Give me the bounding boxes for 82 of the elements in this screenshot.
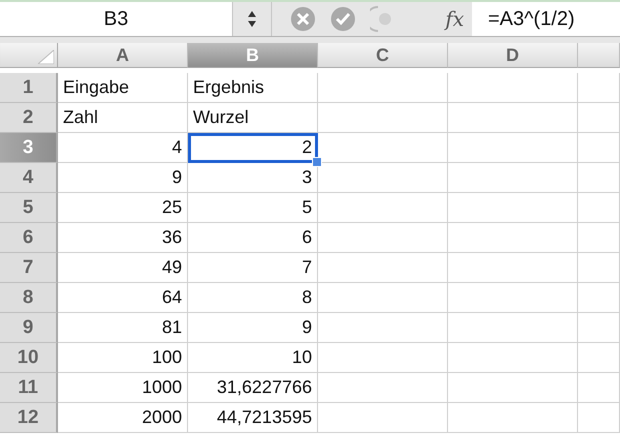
row-header[interactable]: 11 (0, 373, 58, 403)
table-cell[interactable] (578, 373, 620, 403)
table-cell[interactable] (578, 403, 620, 433)
row-header[interactable]: 2 (0, 103, 58, 133)
table-cell[interactable]: 31,6227766 (188, 373, 318, 403)
table-cell[interactable] (318, 103, 448, 133)
table-cell[interactable]: 8 (188, 283, 318, 313)
row-header[interactable]: 5 (0, 193, 58, 223)
row-header[interactable]: 9 (0, 313, 58, 343)
table-cell[interactable] (448, 73, 578, 103)
table-cell[interactable]: 44,7213595 (188, 403, 318, 433)
table-cell[interactable] (448, 343, 578, 373)
table-cell[interactable]: 49 (58, 253, 188, 283)
table-cell[interactable] (448, 103, 578, 133)
table-cell[interactable] (318, 343, 448, 373)
table-cell[interactable]: 2 (188, 133, 318, 163)
table-cell[interactable]: 1000 (58, 373, 188, 403)
table-cell[interactable] (448, 313, 578, 343)
table-cell[interactable] (318, 313, 448, 343)
table-cell[interactable] (578, 193, 620, 223)
confirm-icon[interactable] (330, 6, 356, 32)
table-cell[interactable] (318, 193, 448, 223)
row-header[interactable]: 6 (0, 223, 58, 253)
table-cell[interactable] (448, 133, 578, 163)
name-box[interactable]: B3 (0, 2, 233, 36)
table-cell[interactable]: Zahl (58, 103, 188, 133)
column-header[interactable]: D (448, 43, 578, 68)
row-header[interactable]: 1 (0, 73, 58, 103)
table-cell[interactable] (578, 133, 620, 163)
table-cell[interactable]: 5 (188, 193, 318, 223)
row-header[interactable]: 7 (0, 253, 58, 283)
table-cell[interactable] (578, 343, 620, 373)
row-header[interactable]: 12 (0, 403, 58, 433)
table-cell[interactable]: 81 (58, 313, 188, 343)
table-cell[interactable] (318, 163, 448, 193)
column-header[interactable]: A (58, 43, 188, 68)
column-header[interactable]: C (318, 43, 448, 68)
table-cell[interactable] (448, 163, 578, 193)
fill-handle[interactable] (312, 157, 322, 167)
table-cell[interactable] (578, 223, 620, 253)
table-cell[interactable] (318, 403, 448, 433)
table-cell[interactable] (448, 193, 578, 223)
table-cell[interactable] (318, 283, 448, 313)
table-cell[interactable]: 3 (188, 163, 318, 193)
table-cell[interactable] (318, 223, 448, 253)
table-cell[interactable]: 7 (188, 253, 318, 283)
table-cell[interactable]: 9 (58, 163, 188, 193)
table-cell[interactable] (318, 73, 448, 103)
table-cell[interactable]: 4 (58, 133, 188, 163)
table-cell[interactable] (318, 253, 448, 283)
row-header[interactable]: 8 (0, 283, 58, 313)
table-cell[interactable]: Wurzel (188, 103, 318, 133)
table-cell[interactable] (448, 403, 578, 433)
table-cell[interactable] (578, 313, 620, 343)
table-cell[interactable] (578, 283, 620, 313)
stepper-icon[interactable] (247, 9, 257, 29)
table-cell[interactable] (578, 253, 620, 283)
table-cell[interactable] (448, 283, 578, 313)
table-cell[interactable]: 36 (58, 223, 188, 253)
table-cell[interactable]: 100 (58, 343, 188, 373)
row-header[interactable]: 4 (0, 163, 58, 193)
table-cell[interactable] (448, 253, 578, 283)
table-cell[interactable]: Eingabe (58, 73, 188, 103)
table-cell[interactable]: 9 (188, 313, 318, 343)
table-cell[interactable] (318, 373, 448, 403)
table-cell[interactable]: 2000 (58, 403, 188, 433)
cancel-icon[interactable] (290, 6, 316, 32)
table-cell[interactable]: 10 (188, 343, 318, 373)
table-cell[interactable] (448, 373, 578, 403)
table-cell[interactable]: 25 (58, 193, 188, 223)
table-cell[interactable]: 6 (188, 223, 318, 253)
table-cell[interactable] (578, 73, 620, 103)
table-cell[interactable]: Ergebnis (188, 73, 318, 103)
table-cell[interactable] (578, 103, 620, 133)
column-header[interactable] (578, 43, 620, 68)
insert-function-button[interactable]: fx (445, 7, 464, 31)
table-cell[interactable] (448, 223, 578, 253)
table-cell[interactable] (578, 163, 620, 193)
select-all-icon[interactable] (38, 50, 54, 64)
table-cell[interactable]: 64 (58, 283, 188, 313)
row-header[interactable]: 10 (0, 343, 58, 373)
formula-field[interactable]: =A3^(1/2) (472, 2, 620, 36)
